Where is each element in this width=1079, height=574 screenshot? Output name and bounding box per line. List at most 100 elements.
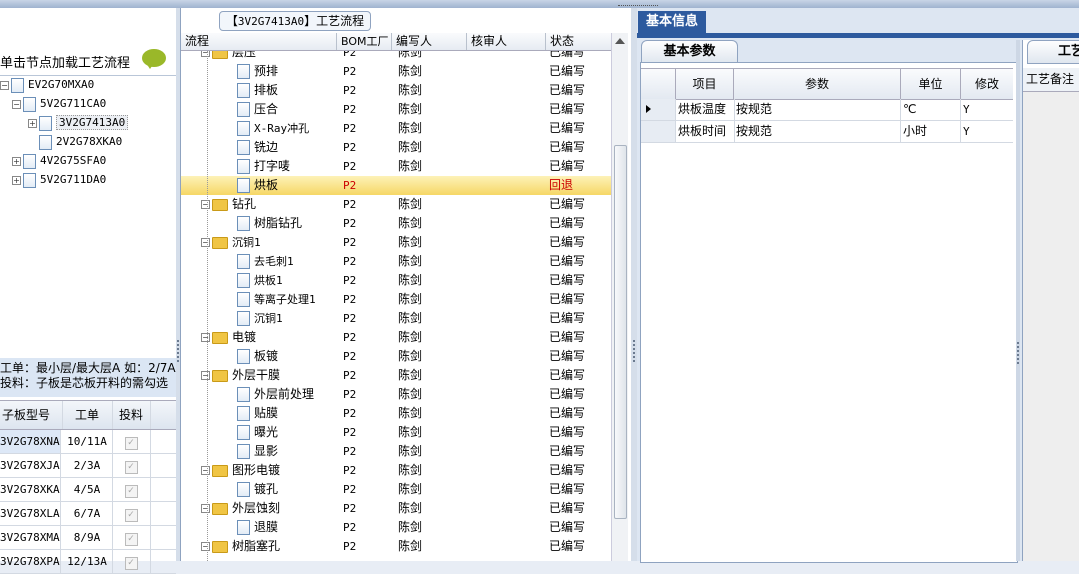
cell-model[interactable]: 3V2G78XLA0 xyxy=(0,502,61,525)
col-header-reviewer[interactable]: 核审人 xyxy=(467,33,546,50)
flow-row[interactable]: 等离子处理1 P2 陈剑 已编写 xyxy=(181,290,611,309)
cell-param[interactable]: 按规范 xyxy=(734,99,901,120)
collapse-icon[interactable]: − xyxy=(201,51,210,57)
flow-row[interactable]: − 层压 P2 陈剑 已编写 xyxy=(181,51,611,62)
flow-row[interactable]: 预排 P2 陈剑 已编写 xyxy=(181,62,611,81)
flow-row[interactable]: − 树脂塞孔 P2 陈剑 已编写 xyxy=(181,537,611,556)
flow-row[interactable]: 排板 P2 陈剑 已编写 xyxy=(181,81,611,100)
flow-row[interactable]: 树脂钻孔 P2 陈剑 已编写 xyxy=(181,214,611,233)
col-header-modify[interactable]: 修改 xyxy=(961,69,1013,99)
tree-node[interactable]: 2V2G78XKA0 xyxy=(28,133,122,151)
tree-node[interactable]: − 5V2G711CA0 xyxy=(12,95,106,113)
cell-unit[interactable]: ℃ xyxy=(901,99,961,120)
feed-checkbox[interactable]: ✓ xyxy=(124,533,138,546)
table-row[interactable]: 3V2G78XNA0 10/11A ✓ xyxy=(0,430,176,454)
cell-item[interactable]: 烘板温度 xyxy=(676,99,735,120)
cell-order[interactable]: 2/3A xyxy=(62,454,113,477)
collapse-icon[interactable]: − xyxy=(201,333,210,342)
tree-node[interactable]: − EV2G70MXA0 xyxy=(0,76,94,94)
scroll-up-icon[interactable] xyxy=(615,38,625,44)
feed-checkbox[interactable]: ✓ xyxy=(124,485,138,498)
col-header-author[interactable]: 编写人 xyxy=(392,33,467,50)
collapse-icon[interactable]: − xyxy=(201,466,210,475)
table-row[interactable]: 3V2G78XKA0 4/5A ✓ xyxy=(0,478,176,502)
cell-order[interactable]: 8/9A xyxy=(62,526,113,549)
col-header-model[interactable]: 子板型号 xyxy=(0,401,63,429)
tab-process-notes[interactable]: 工艺 xyxy=(1027,40,1079,64)
flow-row[interactable]: 打字唛 P2 陈剑 已编写 xyxy=(181,157,611,176)
feed-checkbox[interactable]: ✓ xyxy=(124,509,138,522)
cell-modify[interactable]: Y xyxy=(961,99,1013,120)
param-row[interactable]: 烘板时间 按规范 小时 Y xyxy=(641,121,1013,143)
col-header-param[interactable]: 参数 xyxy=(734,69,901,99)
collapse-icon[interactable]: − xyxy=(12,99,21,109)
row-header[interactable] xyxy=(641,99,676,120)
flow-row[interactable]: X-Ray冲孔 P2 陈剑 已编写 xyxy=(181,119,611,138)
cell-model[interactable]: 3V2G78XMA0 xyxy=(0,526,61,549)
collapse-icon[interactable]: − xyxy=(201,238,210,247)
flow-row[interactable]: 板镀 P2 陈剑 已编写 xyxy=(181,347,611,366)
cell-order[interactable]: 10/11A xyxy=(62,430,113,453)
flow-row[interactable]: 去毛刺1 P2 陈剑 已编写 xyxy=(181,252,611,271)
flow-row[interactable]: − 图形电镀 P2 陈剑 已编写 xyxy=(181,461,611,480)
top-splitter[interactable] xyxy=(0,0,1079,8)
collapse-icon[interactable]: − xyxy=(201,200,210,209)
cell-order[interactable]: 4/5A xyxy=(62,478,113,501)
flow-row[interactable]: 沉铜1 P2 陈剑 已编写 xyxy=(181,309,611,328)
flow-row[interactable]: − 外层干膜 P2 陈剑 已编写 xyxy=(181,366,611,385)
flow-row[interactable]: 退膜 P2 陈剑 已编写 xyxy=(181,518,611,537)
flow-row[interactable]: 贴膜 P2 陈剑 已编写 xyxy=(181,404,611,423)
col-header-item[interactable]: 项目 xyxy=(676,69,734,99)
cell-model[interactable]: 3V2G78XJA0 xyxy=(0,454,61,477)
grid-corner[interactable] xyxy=(641,69,676,99)
cell-modify[interactable]: Y xyxy=(961,121,1013,142)
notes-body[interactable] xyxy=(1023,92,1079,561)
feed-checkbox[interactable]: ✓ xyxy=(124,557,138,570)
flow-row[interactable]: 显影 P2 陈剑 已编写 xyxy=(181,442,611,461)
tab-basic-params[interactable]: 基本参数 xyxy=(641,40,738,63)
cell-model[interactable]: 3V2G78XPA0 xyxy=(0,550,61,573)
cell-param[interactable]: 按规范 xyxy=(734,121,901,142)
table-row[interactable]: 3V2G78XMA0 8/9A ✓ xyxy=(0,526,176,550)
tree-node[interactable]: +3V2G7413A0 xyxy=(28,114,129,132)
cell-order[interactable]: 12/13A xyxy=(62,550,113,573)
col-header-unit[interactable]: 单位 xyxy=(901,69,961,99)
flow-row[interactable]: − 电镀 P2 陈剑 已编写 xyxy=(181,328,611,347)
flow-row[interactable]: 烘板1 P2 陈剑 已编写 xyxy=(181,271,611,290)
flow-row[interactable]: − 外层蚀刻 P2 陈剑 已编写 xyxy=(181,499,611,518)
col-header-order[interactable]: 工单 xyxy=(62,401,113,429)
vertical-scrollbar[interactable] xyxy=(611,33,628,561)
flow-row[interactable]: 镀孔 P2 陈剑 已编写 xyxy=(181,480,611,499)
table-row[interactable]: 3V2G78XLA0 6/7A ✓ xyxy=(0,502,176,526)
table-row[interactable]: 3V2G78XJA0 2/3A ✓ xyxy=(0,454,176,478)
row-header[interactable] xyxy=(641,121,676,142)
flow-row[interactable]: 曝光 P2 陈剑 已编写 xyxy=(181,423,611,442)
param-row[interactable]: 烘板温度 按规范 ℃ Y xyxy=(641,99,1013,121)
flow-row[interactable]: 压合 P2 陈剑 已编写 xyxy=(181,100,611,119)
feed-checkbox[interactable]: ✓ xyxy=(124,461,138,474)
collapse-icon[interactable]: − xyxy=(201,371,210,380)
flow-row[interactable]: − 沉铜1 P2 陈剑 已编写 xyxy=(181,233,611,252)
expand-icon[interactable]: + xyxy=(28,118,37,128)
expand-icon[interactable]: + xyxy=(12,156,21,166)
flow-row[interactable]: 外层前处理 P2 陈剑 已编写 xyxy=(181,385,611,404)
flow-row[interactable]: 烘板 P2 回退 xyxy=(181,176,611,195)
col-header-feed[interactable]: 投料 xyxy=(112,401,151,429)
col-header-bom[interactable]: BOM工厂 xyxy=(337,33,392,50)
tree-node[interactable]: +5V2G711DA0 xyxy=(12,171,106,189)
collapse-icon[interactable]: − xyxy=(201,504,210,513)
collapse-icon[interactable]: − xyxy=(0,80,9,90)
cell-unit[interactable]: 小时 xyxy=(901,121,961,142)
right-splitter[interactable] xyxy=(1016,40,1020,561)
collapse-icon[interactable]: − xyxy=(201,542,210,551)
flow-row[interactable]: − 钻孔 P2 陈剑 已编写 xyxy=(181,195,611,214)
table-row[interactable]: 3V2G78XPA0 12/13A ✓ xyxy=(0,550,176,574)
cell-order[interactable]: 6/7A xyxy=(62,502,113,525)
feed-checkbox[interactable]: ✓ xyxy=(124,437,138,450)
cell-model[interactable]: 3V2G78XKA0 xyxy=(0,478,61,501)
col-header-flow[interactable]: 流程 xyxy=(181,33,337,50)
splitter-grip[interactable] xyxy=(1017,342,1021,364)
tree-node[interactable]: +4V2G75SFA0 xyxy=(12,152,106,170)
col-header-status[interactable]: 状态 xyxy=(546,33,611,50)
tab-basic-info[interactable]: 基本信息 xyxy=(638,11,706,33)
